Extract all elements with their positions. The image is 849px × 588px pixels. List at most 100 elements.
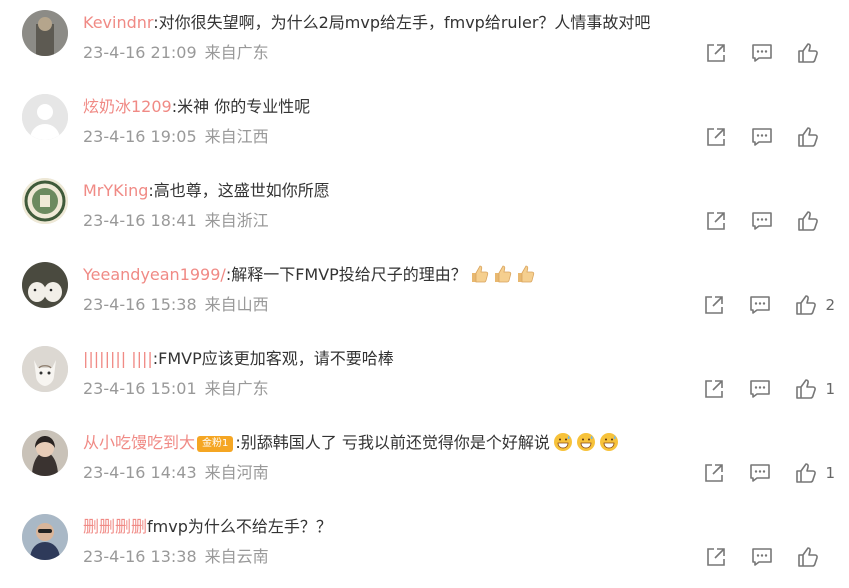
comment-username[interactable]: |||||||| |||| [83,349,153,368]
comment-meta: 23-4-16 18:41 来自浙江 [83,210,269,232]
comment-actions [681,126,835,148]
comment-location: 来自浙江 [204,211,269,230]
seal-avatar-icon [22,178,68,224]
like-button[interactable] [797,42,835,64]
comment-username[interactable]: 删删删删 [83,517,147,536]
like-button[interactable] [797,210,835,232]
comment-username[interactable]: 从小吃馒吃到大 [83,433,195,452]
reply-button[interactable] [749,378,771,400]
comment-body: 炫奶冰1209:米神 你的专业性呢 [83,97,311,116]
comment-body: Kevindnr:对你很失望啊，为什么2局mvp给左手，fmvp给ruler？人… [83,13,651,32]
reply-button[interactable] [751,126,773,148]
share-icon [707,548,725,566]
comment-actions: 2 [679,294,835,316]
comment-meta: 23-4-16 14:43 来自河南 [83,462,269,484]
share-button[interactable] [705,210,727,232]
comment-username[interactable]: Kevindnr [83,13,153,32]
comment-body: 删删删删fmvp为什么不给左手？？ [83,516,332,538]
comment-meta: 23-4-16 21:09 来自广东 [83,42,269,64]
comment-actions: 1 [679,378,835,400]
like-button[interactable] [797,546,835,568]
like-icon [796,463,817,483]
comment-body: MrYKing:高也尊，这盛世如你所愿 [83,181,330,200]
comment-icon [752,548,772,566]
comment-meta: 23-4-16 19:05 来自江西 [83,126,269,148]
comment-location: 来自山西 [204,295,269,314]
comment-meta: 23-4-16 15:01 来自广东 [83,378,269,400]
avatar[interactable] [22,430,68,476]
comment-item: MrYKing:高也尊，这盛世如你所愿 23-4-16 18:41 来自浙江 [0,168,849,252]
avatar[interactable] [22,178,68,224]
comment-date: 23-4-16 14:43 [83,463,197,482]
reply-button[interactable] [749,462,771,484]
comment-item: 炫奶冰1209:米神 你的专业性呢 23-4-16 19:05 来自江西 [0,84,849,168]
comment-date: 23-4-16 13:38 [83,547,197,566]
comment-icon [750,464,771,482]
comment-text: 解释一下FMVP投给尺子的理由？ [231,265,467,284]
share-button[interactable] [705,546,727,568]
man-avatar-icon [22,514,68,560]
like-icon [796,295,817,315]
default-avatar-icon [22,94,68,140]
comment-text: FMVP应该更加客观，请不要哈棒 [158,349,394,368]
share-button[interactable] [705,42,727,64]
share-icon [705,296,724,314]
like-button[interactable]: 1 [795,378,835,400]
share-button[interactable] [703,378,725,400]
comment-text: 对你很失望啊，为什么2局mvp给左手，fmvp给ruler？人情事故对吧 [158,13,651,32]
comment-location: 来自云南 [204,547,269,566]
comment-meta: 23-4-16 15:38 来自山西 [83,294,269,316]
comment-text: 别舔韩国人了 亏我以前还觉得你是个好解说 [240,433,550,452]
reply-button[interactable] [751,546,773,568]
like-count: 1 [825,380,835,398]
grin-sweat-emoji [550,433,619,452]
like-icon [798,547,818,567]
reply-button[interactable] [751,210,773,232]
avatar[interactable] [22,514,68,560]
comment-item: |||||||| ||||:FMVP应该更加客观，请不要哈棒 23-4-16 1… [0,336,849,420]
share-icon [707,128,725,146]
comment-item: Yeeandyean1999/:解释一下FMVP投给尺子的理由？ 23-4-16… [0,252,849,336]
comment-date: 23-4-16 15:01 [83,379,197,398]
thumbs-up-emoji [467,265,536,284]
share-button[interactable] [705,126,727,148]
share-icon [707,212,725,230]
comment-icon [752,128,772,146]
comment-icon [750,296,771,314]
avatar[interactable] [22,94,68,140]
like-button[interactable]: 1 [795,462,835,484]
comment-meta: 23-4-16 13:38 来自云南 [83,546,269,568]
fan-badge[interactable]: 金粉1 [197,436,234,452]
comment-username[interactable]: 炫奶冰1209 [83,97,172,116]
comment-actions: 1 [679,462,835,484]
reply-button[interactable] [751,42,773,64]
comment-location: 来自江西 [204,127,269,146]
comment-date: 23-4-16 21:09 [83,43,197,62]
reply-button[interactable] [749,294,771,316]
avatar[interactable] [22,346,68,392]
dogs-avatar-icon [22,262,68,308]
like-count: 2 [825,296,835,314]
avatar[interactable] [22,262,68,308]
like-button[interactable] [797,126,835,148]
like-icon [796,379,817,399]
avatar[interactable] [22,10,68,56]
comment-location: 来自河南 [204,463,269,482]
like-icon [798,127,818,147]
like-icon [798,43,818,63]
share-icon [705,464,724,482]
comment-actions [681,42,835,64]
like-button[interactable]: 2 [795,294,835,316]
comment-actions [681,546,835,568]
comment-date: 23-4-16 18:41 [83,211,197,230]
comment-username[interactable]: MrYKing [83,181,148,200]
share-button[interactable] [703,462,725,484]
comment-username[interactable]: Yeeandyean1999/ [83,265,226,284]
share-icon [705,380,724,398]
comment-location: 来自广东 [204,379,269,398]
comment-location: 来自广东 [204,43,269,62]
cat-avatar-icon [22,346,68,392]
comment-item: 删删删删fmvp为什么不给左手？？ 23-4-16 13:38 来自云南 [0,504,849,588]
share-button[interactable] [703,294,725,316]
comment-body: Yeeandyean1999/:解释一下FMVP投给尺子的理由？ [83,264,536,286]
